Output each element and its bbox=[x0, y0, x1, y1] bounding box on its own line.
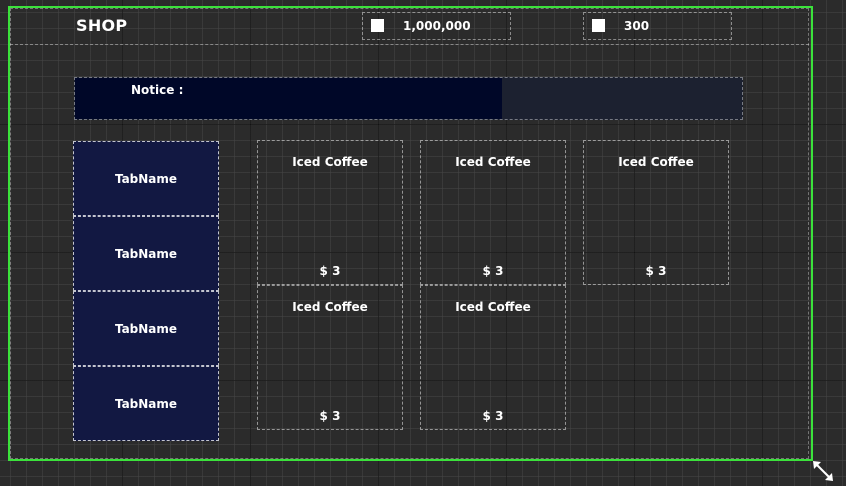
shop-item-card[interactable]: Iced Coffee $ 3 bbox=[420, 285, 566, 430]
shop-item-card[interactable]: Iced Coffee $ 3 bbox=[257, 140, 403, 285]
tab-label: TabName bbox=[114, 321, 178, 336]
item-price: $ 3 bbox=[482, 409, 504, 423]
shop-item-card[interactable]: Iced Coffee $ 3 bbox=[420, 140, 566, 285]
item-price: $ 3 bbox=[319, 264, 341, 278]
gold-currency-icon bbox=[371, 19, 384, 32]
header-divider bbox=[10, 44, 809, 45]
tab-list: TabName TabName TabName TabName bbox=[73, 141, 219, 441]
shop-item-card[interactable]: Iced Coffee $ 3 bbox=[257, 285, 403, 430]
item-name: Iced Coffee bbox=[292, 300, 368, 314]
item-name: Iced Coffee bbox=[455, 300, 531, 314]
item-name: Iced Coffee bbox=[455, 155, 531, 169]
tab-1[interactable]: TabName bbox=[73, 141, 219, 216]
tab-3[interactable]: TabName bbox=[73, 291, 219, 366]
tab-label: TabName bbox=[114, 171, 178, 186]
item-price: $ 3 bbox=[319, 409, 341, 423]
item-price: $ 3 bbox=[645, 264, 667, 278]
item-name: Iced Coffee bbox=[292, 155, 368, 169]
item-name: Iced Coffee bbox=[618, 155, 694, 169]
tab-4[interactable]: TabName bbox=[73, 366, 219, 441]
notice-label: Notice : bbox=[131, 83, 184, 97]
resize-arrows-icon[interactable] bbox=[812, 460, 834, 482]
tab-label: TabName bbox=[114, 396, 178, 411]
tab-2[interactable]: TabName bbox=[73, 216, 219, 291]
shop-item-card[interactable]: Iced Coffee $ 3 bbox=[583, 140, 729, 285]
gold-amount: 1,000,000 bbox=[403, 19, 471, 33]
gem-currency-icon bbox=[592, 19, 605, 32]
item-price: $ 3 bbox=[482, 264, 504, 278]
currency-gem-display: 300 bbox=[583, 12, 732, 40]
gem-amount: 300 bbox=[624, 19, 650, 33]
shop-title: SHOP bbox=[76, 16, 128, 35]
currency-gold-display: 1,000,000 bbox=[362, 12, 511, 40]
tab-label: TabName bbox=[114, 246, 178, 261]
notice-bar: Notice : bbox=[74, 77, 743, 120]
